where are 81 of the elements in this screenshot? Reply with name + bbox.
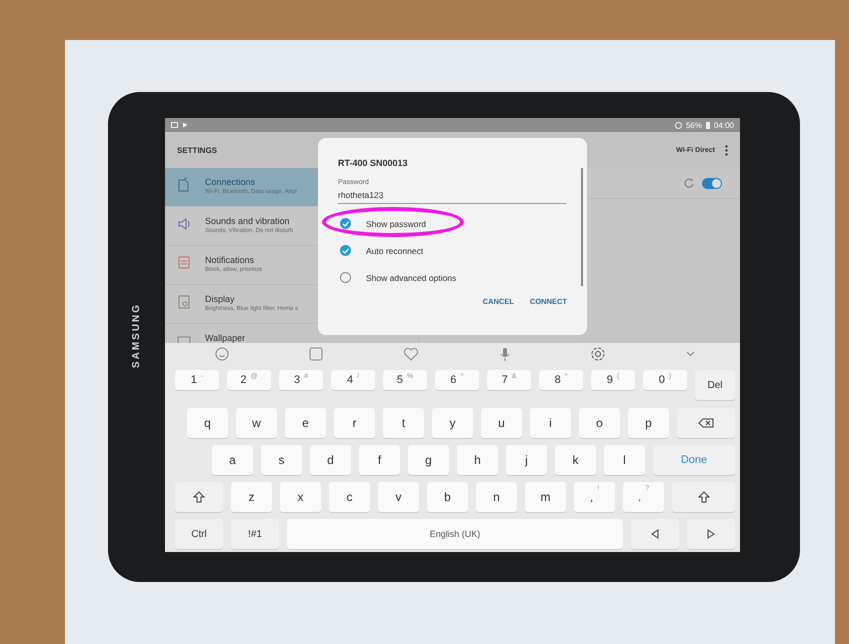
keyboard-key[interactable]: h xyxy=(457,445,498,475)
item-title: Notifications xyxy=(205,255,256,265)
keyboard-key[interactable]: !#1 xyxy=(231,519,279,549)
refresh-icon[interactable] xyxy=(684,178,694,188)
keyboard-key[interactable]: t xyxy=(383,408,424,438)
chevron-down-icon[interactable] xyxy=(686,351,695,357)
keyboard-key[interactable] xyxy=(175,482,223,512)
keyboard-key[interactable]: l xyxy=(604,445,645,475)
item-title: Connections xyxy=(205,177,256,187)
settings-item-icon xyxy=(177,255,191,270)
key-label: 1 xyxy=(190,374,197,386)
keyboard-key[interactable]: z xyxy=(231,482,272,512)
dialog-title: RT-400 SN00013 xyxy=(338,158,409,168)
right-arrow-icon xyxy=(707,529,715,539)
keyboard-key[interactable]: x xyxy=(280,482,321,512)
checkbox[interactable] xyxy=(340,272,351,283)
keyboard-key[interactable]: g xyxy=(408,445,449,475)
keyboard-key[interactable]: r xyxy=(334,408,375,438)
settings-title: SETTINGS xyxy=(177,146,218,154)
space-key[interactable]: English (UK) xyxy=(287,519,623,549)
shift-icon xyxy=(698,491,710,503)
keyboard-key[interactable]: c xyxy=(329,482,370,512)
checkbox[interactable] xyxy=(340,218,351,229)
left-arrow-icon xyxy=(651,529,659,539)
microphone-icon[interactable] xyxy=(500,346,510,362)
settings-item-icon xyxy=(177,216,191,231)
key-label: 2 xyxy=(240,374,246,386)
status-time: 04:00 xyxy=(714,120,734,130)
keyboard-key[interactable]: w xyxy=(236,408,277,438)
key-label: 7 xyxy=(502,374,508,386)
keyboard-key[interactable]: k xyxy=(555,445,596,475)
settings-icon[interactable] xyxy=(590,346,606,362)
brand-label: SAMSUNG xyxy=(131,302,142,368)
keyboard-key[interactable] xyxy=(677,408,735,438)
key-label: 0 xyxy=(658,374,665,386)
settings-item-icon xyxy=(177,177,191,192)
item-title: Sounds and vibration xyxy=(205,216,291,226)
keyboard-key[interactable]: j xyxy=(506,445,547,475)
key-label: 3 xyxy=(294,374,300,386)
keyboard-key[interactable]: d xyxy=(310,445,351,475)
key-label: 9 xyxy=(606,374,613,386)
password-field[interactable]: rhotheta123 xyxy=(338,186,566,204)
emoji-icon[interactable] xyxy=(215,347,230,361)
keyboard-key[interactable]: Ctrl xyxy=(175,519,223,549)
checkbox[interactable] xyxy=(340,245,351,256)
keyboard-key[interactable]: u xyxy=(481,408,522,438)
keyboard-key[interactable]: s xyxy=(261,445,302,475)
check-icon xyxy=(342,248,349,254)
item-title: Wallpaper xyxy=(205,333,246,343)
play-icon xyxy=(182,122,188,128)
keyboard-key[interactable]: v xyxy=(378,482,419,512)
key-label: 8 xyxy=(554,374,561,386)
keyboard-key[interactable]: q xyxy=(187,408,228,438)
keyboard-key[interactable]: o xyxy=(579,408,620,438)
keyboard-key[interactable]: Del xyxy=(695,370,735,400)
key-label: , xyxy=(590,490,594,504)
item-title: Display xyxy=(205,294,236,304)
key-label: . xyxy=(638,490,642,504)
keyboard-key[interactable]: i xyxy=(530,408,571,438)
keyboard-key[interactable]: m xyxy=(525,482,566,512)
keyboard-key[interactable]: e xyxy=(285,408,326,438)
keyboard-key[interactable]: p xyxy=(628,408,669,438)
shift-icon xyxy=(193,491,205,503)
heart-icon[interactable] xyxy=(403,347,420,361)
battery-icon xyxy=(706,122,710,128)
key-label: 5 xyxy=(396,374,403,386)
keyboard-key[interactable]: a xyxy=(212,445,253,475)
battery-level: 56% xyxy=(686,120,702,130)
sticker-icon[interactable] xyxy=(309,347,324,361)
key-label: 6 xyxy=(450,374,456,386)
check-icon xyxy=(342,220,349,226)
keyboard-key[interactable]: f xyxy=(359,445,400,475)
backspace-icon xyxy=(698,418,714,428)
more-options-icon[interactable] xyxy=(725,144,728,156)
keyboard-key[interactable]: b xyxy=(427,482,468,512)
settings-item-icon xyxy=(177,294,191,309)
keyboard-key[interactable]: y xyxy=(432,408,473,438)
key-label: 4 xyxy=(346,374,354,386)
toggle-switch[interactable] xyxy=(702,178,722,188)
image-icon xyxy=(171,122,178,128)
keyboard-key[interactable]: n xyxy=(476,482,517,512)
